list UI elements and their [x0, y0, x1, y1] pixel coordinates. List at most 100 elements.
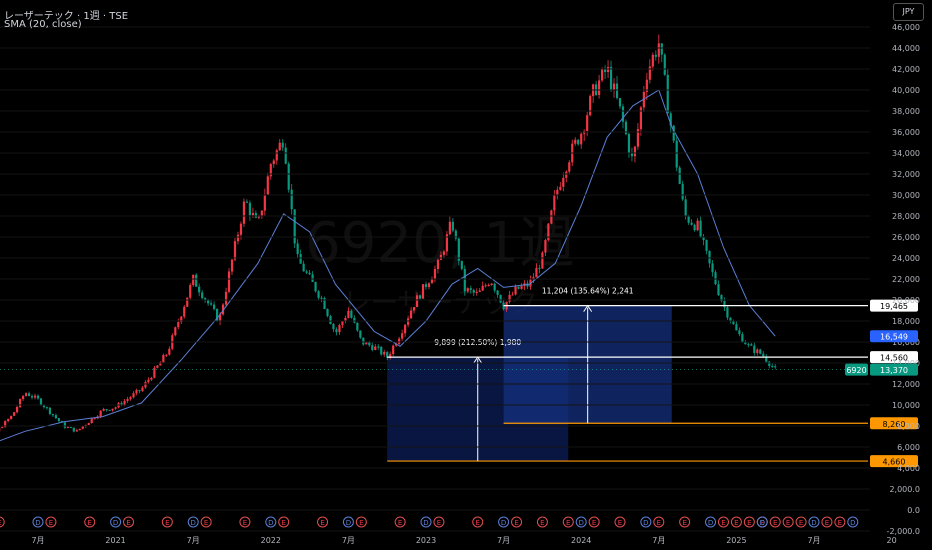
time-axis[interactable]: 7月 2021 7月 2022 7月 2023 7月 2024 7月 2025 7月 20 — [31, 536, 896, 545]
candle — [466, 288, 469, 292]
candle — [496, 290, 499, 295]
candle — [198, 286, 201, 293]
candle — [759, 349, 762, 354]
candle — [756, 349, 759, 353]
price-tick: 22,000 — [892, 275, 920, 284]
candle — [365, 342, 368, 345]
candle — [684, 199, 687, 217]
price-tick: 32,000 — [892, 170, 920, 179]
watermark: 6920, 1週 レーザーテック — [305, 211, 575, 319]
candle — [421, 284, 425, 299]
candle — [412, 307, 416, 311]
event-marker-label: E — [786, 519, 790, 527]
event-marker-label: E — [359, 519, 363, 527]
candle — [508, 294, 511, 302]
event-marker-label: D — [760, 519, 765, 527]
candle — [275, 150, 278, 161]
price-tick: 30,000 — [892, 191, 920, 200]
candle — [177, 322, 180, 328]
candle — [747, 344, 750, 346]
candle — [33, 395, 37, 398]
candle — [627, 134, 631, 154]
candle — [111, 408, 114, 411]
price-tick: 6,000 — [897, 443, 920, 452]
time-tick: 20 — [887, 536, 897, 545]
candle — [305, 271, 308, 273]
candle — [63, 422, 66, 428]
candle — [350, 310, 353, 318]
event-marker-label: D — [423, 519, 428, 527]
event-marker-label: D — [501, 519, 506, 527]
candle — [762, 353, 765, 357]
candle — [236, 234, 240, 242]
candle — [490, 283, 493, 286]
candle — [418, 295, 422, 299]
candle — [150, 377, 153, 380]
candle — [448, 221, 451, 235]
event-marker-label: D — [268, 519, 273, 527]
candle — [39, 398, 43, 406]
price-tick: 18,000 — [892, 317, 920, 326]
candle — [210, 303, 213, 305]
price-tick: 8,000 — [897, 422, 920, 431]
candle — [54, 415, 58, 419]
indicator-legend[interactable]: SMA (20, close) — [4, 19, 82, 30]
candle — [278, 142, 281, 151]
time-tick: 2022 — [261, 536, 281, 545]
event-markers[interactable]: EDEEDEEDEEDEEDEEDEEDEEEDEEDEEDEEEEDEEEDE… — [0, 516, 859, 528]
candle — [586, 115, 589, 131]
price-tick: 2,000.0 — [889, 485, 920, 494]
candle — [648, 66, 651, 80]
candle — [609, 67, 613, 90]
candle — [290, 189, 293, 210]
candle — [666, 74, 669, 114]
candle — [78, 428, 81, 431]
candle — [123, 400, 126, 405]
time-tick: 2024 — [571, 536, 591, 545]
candle — [714, 272, 717, 285]
candle — [347, 310, 350, 318]
time-tick: 7月 — [31, 536, 44, 545]
price-tick: 34,000 — [892, 149, 920, 158]
time-tick: 2025 — [726, 536, 746, 545]
candle — [168, 348, 171, 355]
candle — [660, 43, 663, 55]
candle — [156, 365, 159, 368]
candle — [499, 294, 502, 303]
candle — [338, 325, 341, 333]
candle — [335, 329, 338, 333]
event-marker-label: E — [540, 519, 544, 527]
candle — [245, 201, 249, 203]
candle — [138, 390, 141, 392]
event-marker-label: E — [838, 519, 842, 527]
event-marker-label: D — [35, 519, 40, 527]
candle — [27, 393, 31, 397]
price-tick: 42,000 — [892, 65, 920, 74]
candle — [383, 352, 386, 355]
candle — [472, 289, 475, 293]
event-marker-label: E — [799, 519, 803, 527]
candle — [374, 346, 377, 350]
candle — [675, 140, 678, 168]
candle — [427, 283, 431, 288]
candle — [550, 210, 553, 224]
candle — [520, 286, 523, 289]
candle — [48, 407, 52, 415]
currency-button[interactable]: JPY — [893, 3, 924, 21]
candle — [165, 354, 168, 356]
candle — [57, 418, 60, 422]
event-marker-label: D — [708, 519, 713, 527]
candle — [726, 307, 729, 318]
candle — [687, 216, 690, 223]
candle — [562, 177, 565, 187]
candle — [553, 195, 556, 211]
candle — [517, 286, 520, 289]
event-marker-label: E — [566, 519, 570, 527]
candle — [574, 139, 577, 144]
candle — [308, 272, 311, 275]
price-tick: 26,000 — [892, 233, 920, 242]
price-chart[interactable]: 6920, 1週 レーザーテック 19,46514,5608,2604,660 … — [0, 0, 932, 550]
candle — [224, 291, 228, 305]
candle — [99, 410, 102, 417]
price-badge-label: 16,549 — [880, 333, 908, 342]
